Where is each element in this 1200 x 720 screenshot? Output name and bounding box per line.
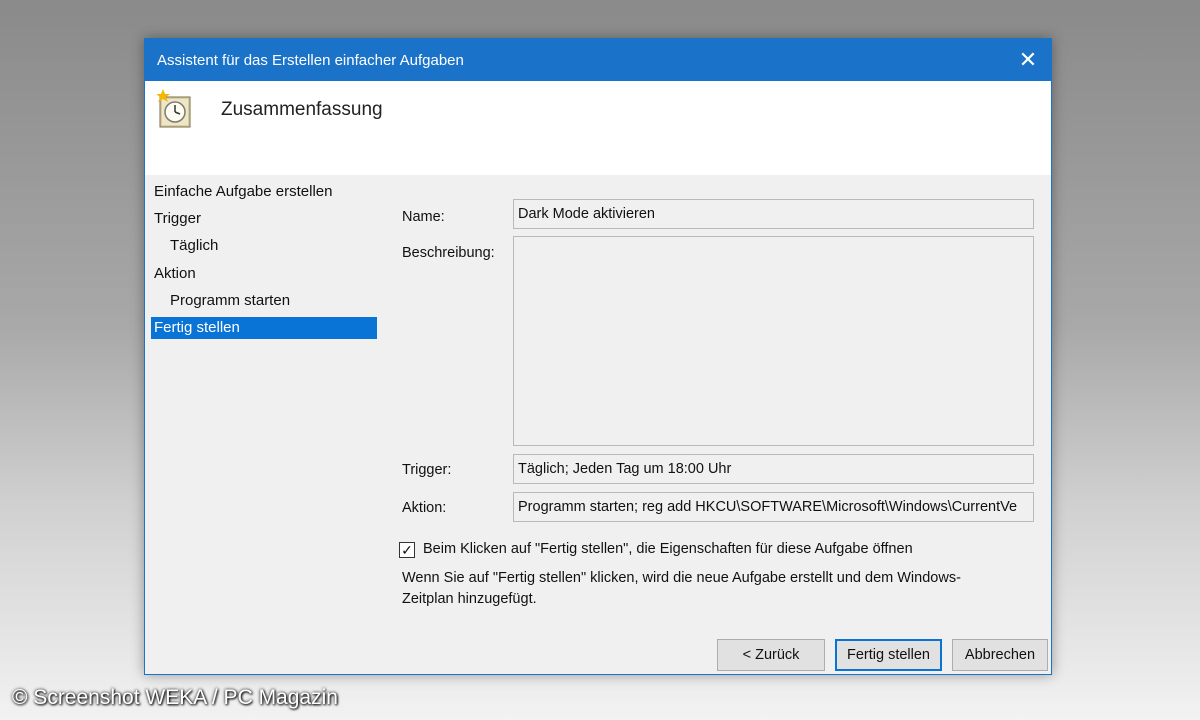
step-trigger-daily[interactable]: Täglich: [151, 235, 377, 257]
name-label: Name:: [402, 209, 445, 225]
finish-button[interactable]: Fertig stellen: [835, 639, 942, 671]
step-action[interactable]: Aktion: [151, 263, 377, 285]
wizard-steps-sidebar: Einfache Aufgabe erstellen Trigger Tägli…: [145, 175, 381, 675]
cancel-button[interactable]: Abbrechen: [952, 639, 1048, 671]
finish-info-text: Wenn Sie auf "Fertig stellen" klicken, w…: [402, 570, 961, 607]
task-wizard-dialog: Assistent für das Erstellen einfacher Au…: [144, 38, 1052, 675]
open-properties-checkbox[interactable]: ✓: [399, 542, 415, 558]
step-action-start-program[interactable]: Programm starten: [151, 290, 377, 312]
watermark: © Screenshot WEKA / PC Magazin: [12, 686, 338, 709]
open-properties-label[interactable]: Beim Klicken auf "Fertig stellen", die E…: [423, 541, 913, 557]
step-create-task[interactable]: Einfache Aufgabe erstellen: [151, 181, 377, 203]
action-field[interactable]: Programm starten; reg add HKCU\SOFTWARE\…: [513, 492, 1034, 522]
action-label: Aktion:: [402, 500, 447, 516]
trigger-field[interactable]: Täglich; Jeden Tag um 18:00 Uhr: [513, 454, 1034, 484]
step-finish[interactable]: Fertig stellen: [151, 317, 377, 339]
step-trigger[interactable]: Trigger: [151, 208, 377, 230]
close-icon[interactable]: ✕: [1005, 39, 1051, 81]
page-title: Zusammenfassung: [221, 99, 383, 120]
title-bar[interactable]: Assistent für das Erstellen einfacher Au…: [145, 39, 1051, 81]
wizard-header: Zusammenfassung: [145, 81, 1051, 175]
window-title: Assistent für das Erstellen einfacher Au…: [157, 52, 464, 69]
description-label: Beschreibung:: [402, 245, 495, 261]
name-field[interactable]: Dark Mode aktivieren: [513, 199, 1034, 229]
trigger-label: Trigger:: [402, 462, 452, 478]
description-field[interactable]: [513, 236, 1034, 446]
task-scheduler-clock-icon: [157, 89, 191, 128]
back-button[interactable]: < Zurück: [717, 639, 825, 671]
